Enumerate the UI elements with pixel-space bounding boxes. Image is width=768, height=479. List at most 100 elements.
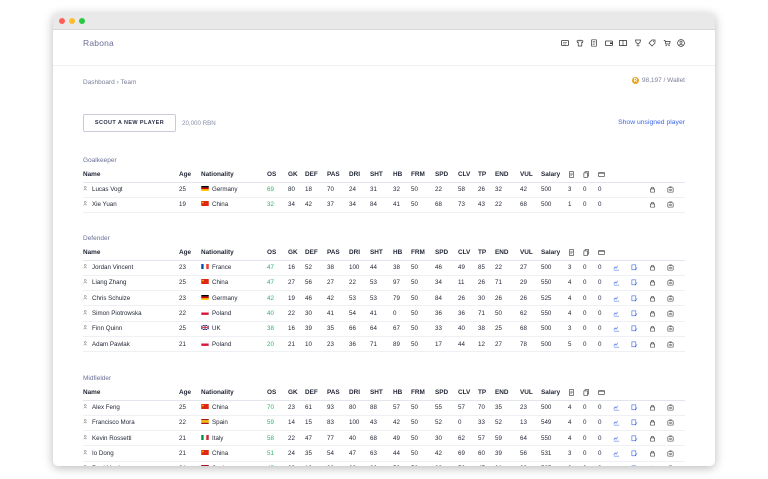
sign-contract-button[interactable] (613, 260, 631, 276)
table-row[interactable]: Chris Schulze 23 Germany 42 19 46 42 53 53 79 50 84… (83, 290, 685, 307)
sell-button[interactable] (667, 260, 685, 276)
column-header-pas[interactable]: PAS (327, 246, 349, 261)
sign-contract-button[interactable] (613, 305, 631, 322)
column-header-frm[interactable]: FRM (411, 386, 435, 401)
column-header-tp[interactable]: TP (478, 386, 495, 401)
shirt-icon[interactable] (576, 39, 584, 47)
table-row[interactable]: Raul Marti24Spain45291980622059502256473… (83, 461, 685, 466)
column-header-age[interactable]: Age (179, 386, 201, 401)
id-card-icon[interactable] (561, 39, 569, 47)
lock-button[interactable] (649, 182, 667, 198)
sell-button[interactable] (667, 430, 685, 447)
column-header-sht[interactable]: SHT (370, 386, 393, 401)
column-header-salary[interactable]: Salary (541, 386, 568, 401)
close-window-button[interactable] (59, 18, 65, 24)
column-header-salary[interactable]: Salary (541, 168, 568, 183)
column-header-dri[interactable]: DRI (349, 246, 370, 261)
lock-button[interactable] (649, 400, 667, 416)
lock-button[interactable] (649, 415, 667, 432)
sign-contract-button[interactable] (613, 400, 631, 416)
document-icon[interactable] (590, 39, 598, 47)
cart-icon[interactable] (663, 39, 671, 47)
wallet-balance[interactable]: R 98,197 / Wallet (631, 77, 685, 84)
sell-button[interactable] (667, 275, 685, 292)
column-header-hb[interactable]: HB (393, 386, 411, 401)
sell-button[interactable] (667, 415, 685, 432)
column-header-vul[interactable]: VUL (520, 386, 541, 401)
column-header-hb[interactable]: HB (393, 246, 411, 261)
column-header-tp[interactable]: TP (478, 246, 495, 261)
table-row[interactable]: Kevin Rossetti 21 Italy 58 22 47 77 40 68 49 50 30 6… (83, 430, 685, 447)
column-header-end[interactable]: END (495, 246, 520, 261)
player-name[interactable]: Adam Pawlak (83, 336, 179, 353)
edit-document-button[interactable] (631, 290, 649, 307)
table-row[interactable]: Finn Quinn 25 UK 38 16 39 35 66 64 67 50 33 40 38 25 68… (83, 321, 685, 337)
column-header-nationality[interactable]: Nationality (201, 168, 267, 183)
sell-button[interactable] (667, 182, 685, 198)
sign-contract-button[interactable] (613, 461, 631, 466)
sell-button[interactable] (667, 290, 685, 307)
column-header-age[interactable]: Age (179, 168, 201, 183)
column-header-def[interactable]: DEF (305, 386, 327, 401)
column-header-sht[interactable]: SHT (370, 246, 393, 261)
column-header-name[interactable]: Name (83, 386, 179, 401)
trophy-icon[interactable] (634, 39, 642, 47)
column-header-name[interactable]: Name (83, 168, 179, 183)
edit-document-button[interactable] (631, 336, 649, 353)
column-header-os[interactable]: OS (267, 168, 288, 183)
player-name[interactable]: Francisco Mora (83, 415, 179, 432)
player-name[interactable]: Simon Piotrowska (83, 305, 179, 322)
player-name[interactable]: Kevin Rossetti (83, 430, 179, 447)
column-header-gk[interactable]: GK (288, 246, 305, 261)
column-header-end[interactable]: END (495, 168, 520, 183)
column-header-nationality[interactable]: Nationality (201, 386, 267, 401)
wallet-icon[interactable] (604, 39, 613, 47)
sign-contract-button[interactable] (613, 415, 631, 432)
column-header-spd[interactable]: SPD (435, 168, 458, 183)
edit-document-button[interactable] (631, 321, 649, 337)
column-header-clv[interactable]: CLV (458, 168, 478, 183)
tag-icon[interactable] (648, 39, 656, 47)
column-header-clv[interactable]: CLV (458, 246, 478, 261)
column-header-os[interactable]: OS (267, 246, 288, 261)
player-name[interactable]: Alex Feng (83, 400, 179, 416)
table-row[interactable]: Francisco Mora 22 Spain 59 14 15 83 100 43 42 50 52… (83, 415, 685, 432)
column-header-spd[interactable]: SPD (435, 386, 458, 401)
show-unsigned-player-link[interactable]: Show unsigned player (618, 119, 685, 126)
edit-document-button[interactable] (631, 400, 649, 416)
sign-contract-button[interactable] (613, 290, 631, 307)
column-header-hb[interactable]: HB (393, 168, 411, 183)
column-header-sht[interactable]: SHT (370, 168, 393, 183)
minimize-window-button[interactable] (69, 18, 75, 24)
player-name[interactable]: Io Dong (83, 445, 179, 462)
sell-button[interactable] (667, 305, 685, 322)
player-name[interactable]: Lucas Vogt (83, 182, 179, 198)
column-header-name[interactable]: Name (83, 246, 179, 261)
column-header-def[interactable]: DEF (305, 246, 327, 261)
lock-button[interactable] (649, 430, 667, 447)
sell-button[interactable] (667, 445, 685, 462)
table-row[interactable]: Io Dong 21 China 51 24 35 54 47 63 44 50 42 69 60 39 56… (83, 445, 685, 462)
lock-button[interactable] (649, 445, 667, 462)
column-header-end[interactable]: END (495, 386, 520, 401)
column-header-gk[interactable]: GK (288, 386, 305, 401)
sell-button[interactable] (667, 321, 685, 337)
player-name[interactable]: Finn Quinn (83, 321, 179, 337)
edit-document-button[interactable] (631, 305, 649, 322)
lock-button[interactable] (649, 275, 667, 292)
column-header-nationality[interactable]: Nationality (201, 246, 267, 261)
table-row[interactable]: Xie Yuan 19 China 32 34 42 37 34 84 41 50 68 73 43 22 6… (83, 197, 685, 214)
column-header-frm[interactable]: FRM (411, 168, 435, 183)
lock-button[interactable] (649, 290, 667, 307)
edit-document-button[interactable] (631, 275, 649, 292)
scout-new-player-button[interactable]: SCOUT A NEW PLAYER (83, 114, 176, 132)
column-header-vul[interactable]: VUL (520, 246, 541, 261)
player-name[interactable]: Jordan Vincent (83, 260, 179, 276)
columns-icon[interactable] (619, 39, 627, 47)
column-header-frm[interactable]: FRM (411, 246, 435, 261)
column-header-clv[interactable]: CLV (458, 386, 478, 401)
table-row[interactable]: Alex Feng 25 China 70 23 61 93 80 88 57 50 55 57 70 35… (83, 400, 685, 416)
column-header-dri[interactable]: DRI (349, 168, 370, 183)
brand-logo[interactable]: Rabona (83, 38, 114, 48)
player-name[interactable]: Xie Yuan (83, 197, 179, 214)
